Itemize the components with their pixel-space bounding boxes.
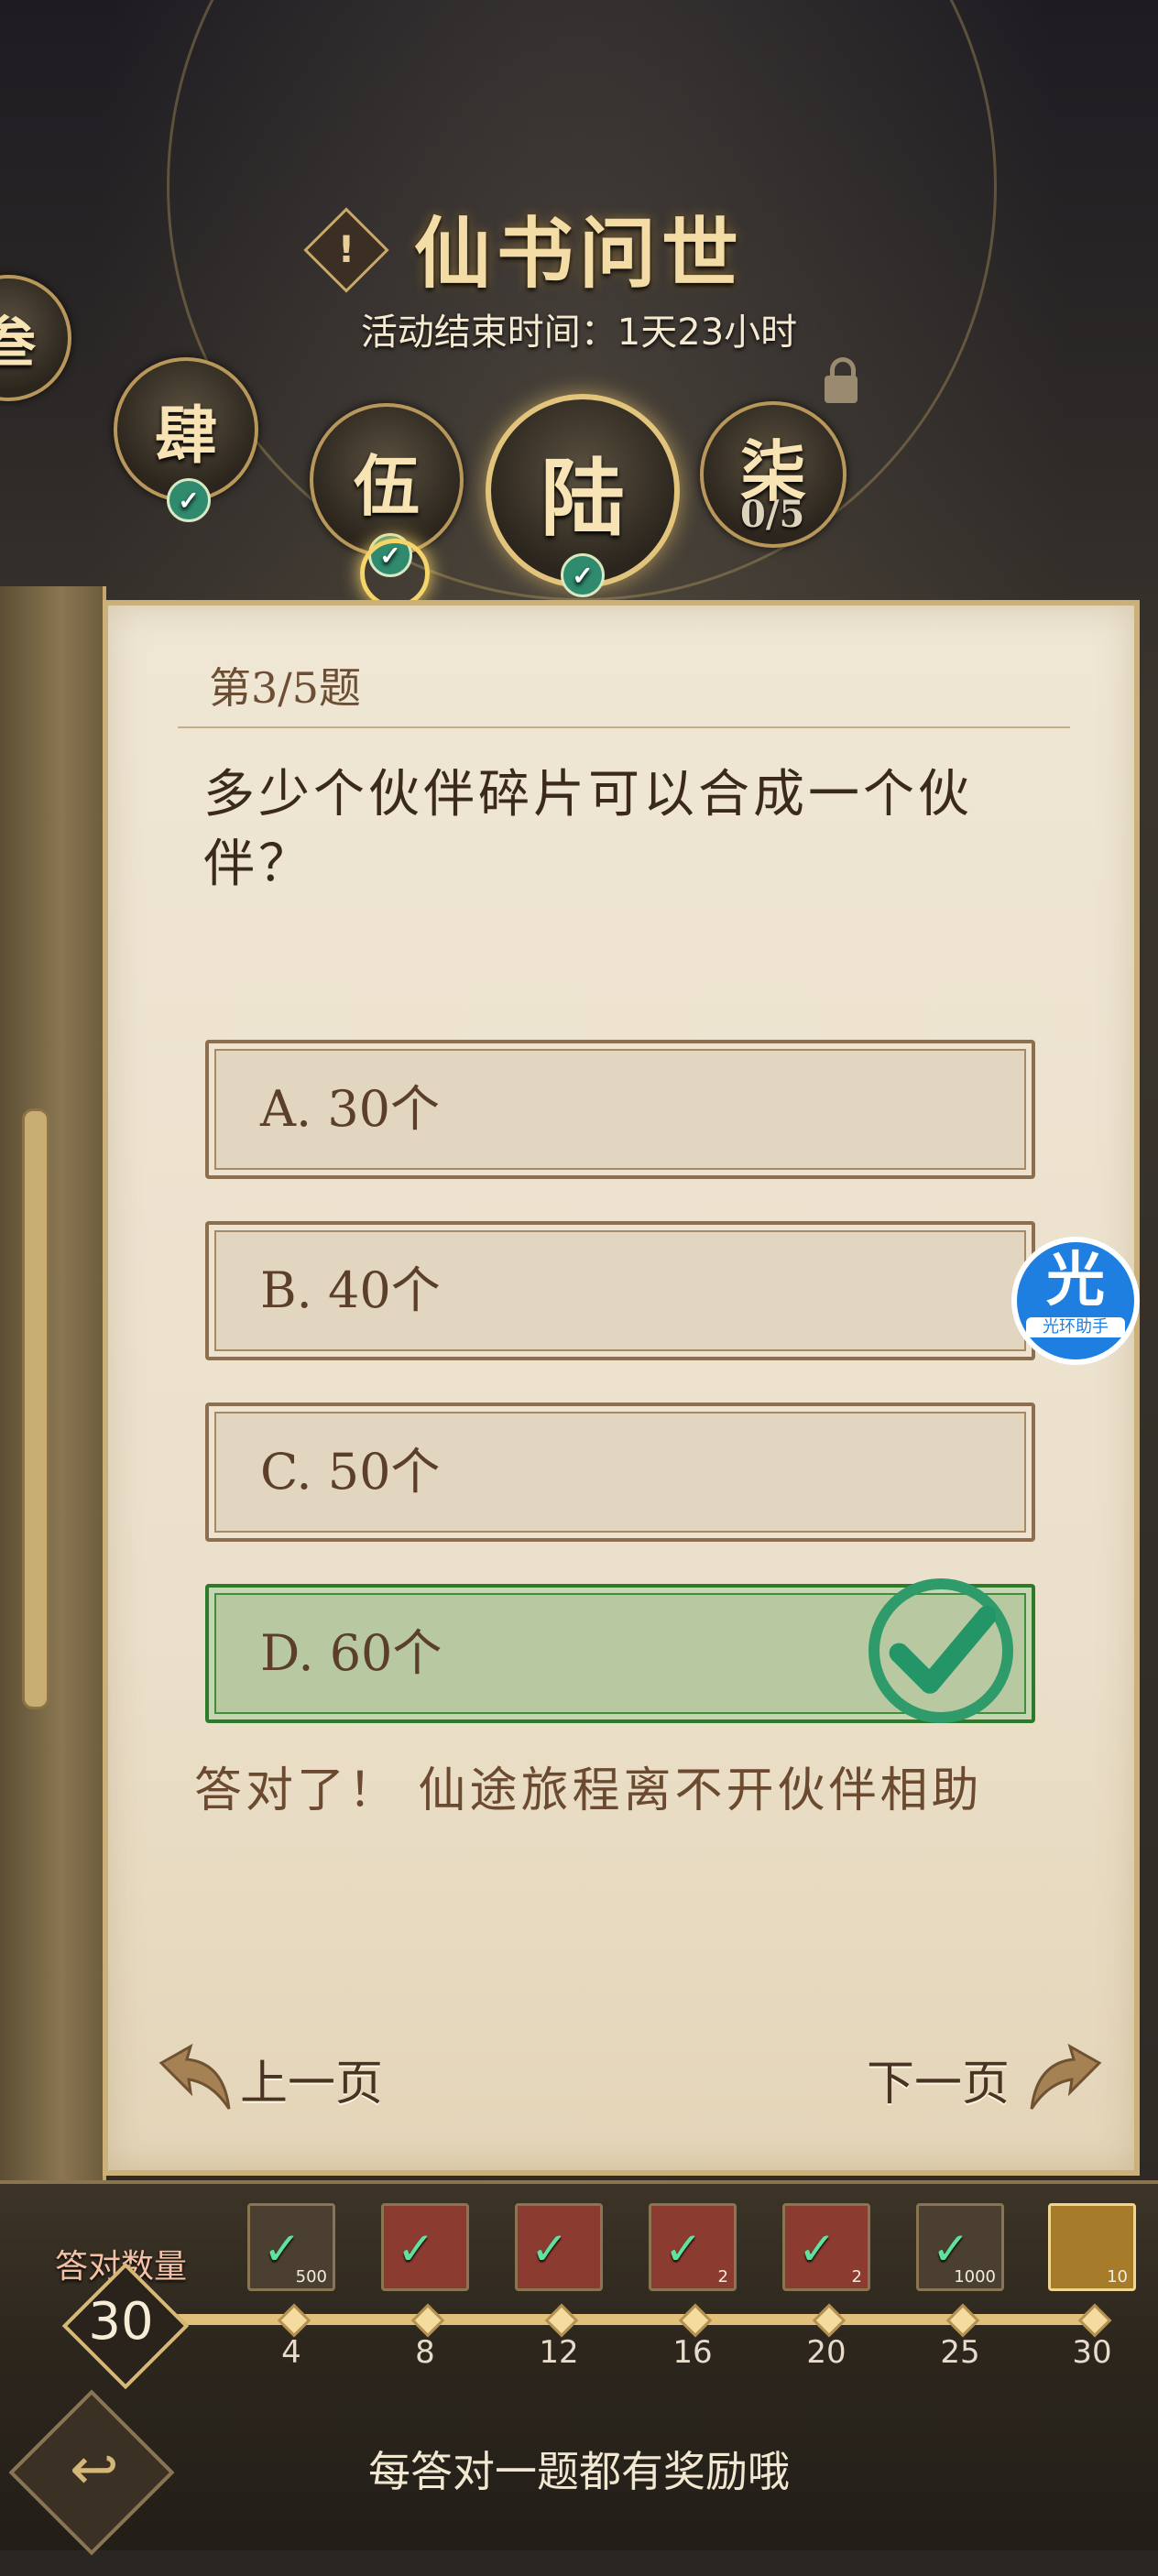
claimed-check-icon: ✓ — [530, 2222, 569, 2276]
milestone-label: 20 — [806, 2334, 847, 2371]
option-c-button[interactable]: C. 50个 — [205, 1403, 1035, 1542]
scrollbar[interactable] — [22, 1108, 49, 1709]
chapter-label: 伍 — [353, 446, 420, 525]
reward-hint: 每答对一题都有奖励哦 — [368, 2447, 790, 2496]
floating-assistant-button[interactable]: 光 光环助手 — [1011, 1237, 1140, 1365]
claimed-check-icon: ✓ — [664, 2222, 703, 2276]
option-b-button[interactable]: B. 40个 — [205, 1221, 1035, 1360]
reward-quantity: 10 — [1107, 2267, 1128, 2287]
milestone-label: 12 — [539, 2334, 579, 2371]
side-panel — [0, 586, 106, 2180]
claimed-check-icon: ✓ — [397, 2222, 435, 2276]
option-label: D. 60个 — [260, 1624, 442, 1682]
correct-count-value: 30 — [88, 2292, 154, 2352]
milestone-label: 16 — [672, 2334, 713, 2371]
question-text: 多少个伙伴碎片可以合成一个伙伴？ — [203, 765, 973, 894]
answer-feedback: 答对了！ 仙途旅程离不开伙伴相助 — [194, 1763, 983, 1818]
chapter-node-6[interactable]: 陆 ✓ — [486, 394, 680, 597]
milestone-label: 25 — [940, 2334, 980, 2371]
chapter-label: 肆 — [154, 398, 217, 473]
option-label: A. 30个 — [260, 1080, 441, 1138]
reward-chest-5[interactable]: ✓ 2 — [782, 2203, 870, 2291]
event-end-time: 活动结束时间：1天23小时 — [360, 311, 798, 354]
check-icon: ✓ — [167, 478, 211, 522]
milestone-label: 4 — [281, 2334, 301, 2371]
reward-chest-4[interactable]: ✓ 2 — [649, 2203, 737, 2291]
next-arrow-icon[interactable] — [1024, 2043, 1107, 2116]
option-label: B. 40个 — [260, 1261, 441, 1319]
reward-chest-2[interactable]: ✓ — [381, 2203, 469, 2291]
reward-chest-1[interactable]: ✓ 500 — [247, 2203, 335, 2291]
chapter-progress: 0/5 — [740, 493, 805, 536]
lock-icon — [825, 357, 858, 403]
chapter-node-7[interactable]: 柒 0/5 — [700, 401, 847, 548]
check-icon: ✓ — [561, 553, 605, 597]
option-a-button[interactable]: A. 30个 — [205, 1040, 1035, 1179]
reward-quantity: 2 — [851, 2267, 862, 2287]
page-title: 仙书问世 — [413, 208, 744, 299]
assistant-logo: 光 — [1046, 1247, 1105, 1315]
option-label: C. 50个 — [260, 1443, 441, 1501]
next-page-button[interactable]: 下一页 — [867, 2043, 1010, 2125]
reward-chest-7[interactable]: 10 — [1048, 2203, 1136, 2291]
divider — [178, 726, 1070, 728]
question-number: 第3/5题 — [209, 663, 362, 713]
prev-page-button[interactable]: 上一页 — [240, 2043, 383, 2125]
current-position-ring — [360, 539, 430, 608]
reward-quantity: 1000 — [954, 2267, 996, 2287]
prev-arrow-icon[interactable] — [154, 2043, 236, 2116]
reward-chest-3[interactable]: ✓ — [515, 2203, 603, 2291]
milestone-label: 30 — [1072, 2334, 1112, 2371]
reward-chest-6[interactable]: ✓ 1000 — [916, 2203, 1004, 2291]
reward-quantity: 2 — [717, 2267, 728, 2287]
chapter-node-4[interactable]: 肆 ✓ — [114, 357, 258, 522]
assistant-label: 光环助手 — [1026, 1317, 1125, 1337]
claimed-check-icon: ✓ — [798, 2222, 836, 2276]
milestone-label: 8 — [415, 2334, 435, 2371]
chapter-label: 陆 — [540, 448, 625, 548]
reward-quantity: 500 — [295, 2267, 327, 2287]
chapter-node-5[interactable]: 伍 ✓ — [310, 403, 464, 577]
correct-check-icon — [868, 1578, 1013, 1723]
option-d-button[interactable]: D. 60个 — [205, 1578, 1035, 1723]
